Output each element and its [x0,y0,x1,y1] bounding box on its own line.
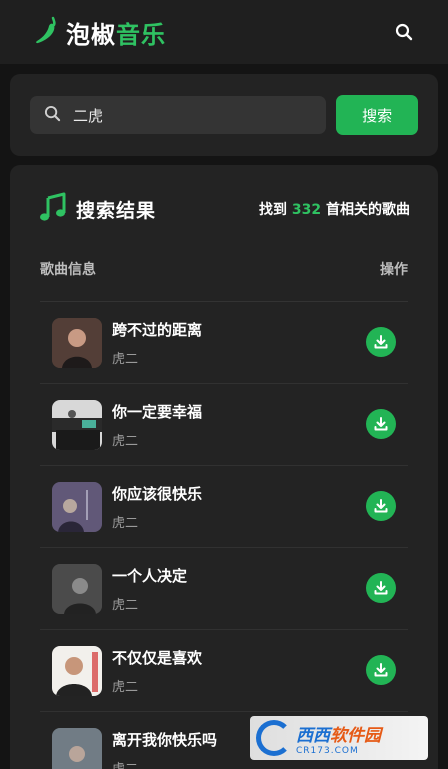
song-title[interactable]: 不仅仅是喜欢 [112,647,202,668]
watermark-logo-icon [256,720,292,756]
download-icon [374,335,388,349]
download-button[interactable] [366,655,396,685]
logo-text-accent: 音乐 [116,20,166,49]
logo-text-primary: 泡椒 [66,20,116,49]
song-row[interactable]: 一个人决定 虎二 [40,548,408,630]
logo[interactable]: 泡椒音乐 [34,15,166,50]
column-song-info: 歌曲信息 [40,262,96,278]
results-header: 搜索结果 找到 332 首相关的歌曲 [38,192,410,227]
song-artist: 虎二 [112,761,139,769]
search-icon [44,105,61,126]
download-button[interactable] [366,327,396,357]
song-artist: 虎二 [112,515,139,531]
search-button[interactable]: 搜索 [336,95,418,135]
song-title[interactable]: 跨不过的距离 [112,319,202,340]
watermark-subtitle: CR173.COM [296,745,359,756]
download-icon [374,417,388,431]
song-title[interactable]: 你应该很快乐 [112,483,202,504]
song-artist: 虎二 [112,351,139,367]
download-button[interactable] [366,491,396,521]
album-cover [52,727,102,769]
song-artist: 虎二 [112,679,139,695]
results-title: 搜索结果 [76,199,157,222]
download-button[interactable] [366,573,396,603]
watermark: 西西软件园 CR173.COM [250,716,428,760]
download-icon [374,581,388,595]
album-cover [52,481,102,532]
search-input[interactable] [73,106,293,124]
album-cover [52,317,102,368]
album-cover [52,645,102,696]
album-cover [52,563,102,614]
song-title[interactable]: 离开我你快乐吗 [112,729,217,750]
song-row[interactable]: 你一定要幸福 虎二 [40,384,408,466]
search-field[interactable] [30,96,327,134]
album-cover [52,399,102,450]
song-row[interactable]: 跨不过的距离 虎二 [40,302,408,384]
results-panel: 搜索结果 找到 332 首相关的歌曲 歌曲信息 操作 跨不过的距离 虎二 你一定… [10,165,438,769]
count-suffix: 首相关的歌曲 [326,202,410,218]
search-icon[interactable] [392,20,416,44]
search-panel: 搜索 [10,74,438,156]
music-note-icon [38,192,68,227]
song-list: 跨不过的距离 虎二 你一定要幸福 虎二 你应该很快乐 虎二 一个人决定 虎二 不… [40,302,408,769]
download-button[interactable] [366,409,396,439]
app-header: 泡椒音乐 [0,0,448,64]
download-icon [374,499,388,513]
watermark-title-b: 软件园 [330,725,381,746]
song-title[interactable]: 一个人决定 [112,565,187,586]
song-title[interactable]: 你一定要幸福 [112,401,202,422]
song-artist: 虎二 [112,597,139,613]
song-row[interactable]: 不仅仅是喜欢 虎二 [40,630,408,712]
download-icon [374,663,388,677]
song-row[interactable]: 你应该很快乐 虎二 [40,466,408,548]
chili-pepper-icon [34,15,60,49]
count-prefix: 找到 [259,202,288,218]
count-number: 332 [291,202,322,218]
watermark-title-a: 西西 [296,725,330,746]
table-header: 歌曲信息 操作 [40,257,408,281]
song-artist: 虎二 [112,433,139,449]
results-count: 找到 332 首相关的歌曲 [259,199,410,219]
column-action: 操作 [380,262,408,278]
